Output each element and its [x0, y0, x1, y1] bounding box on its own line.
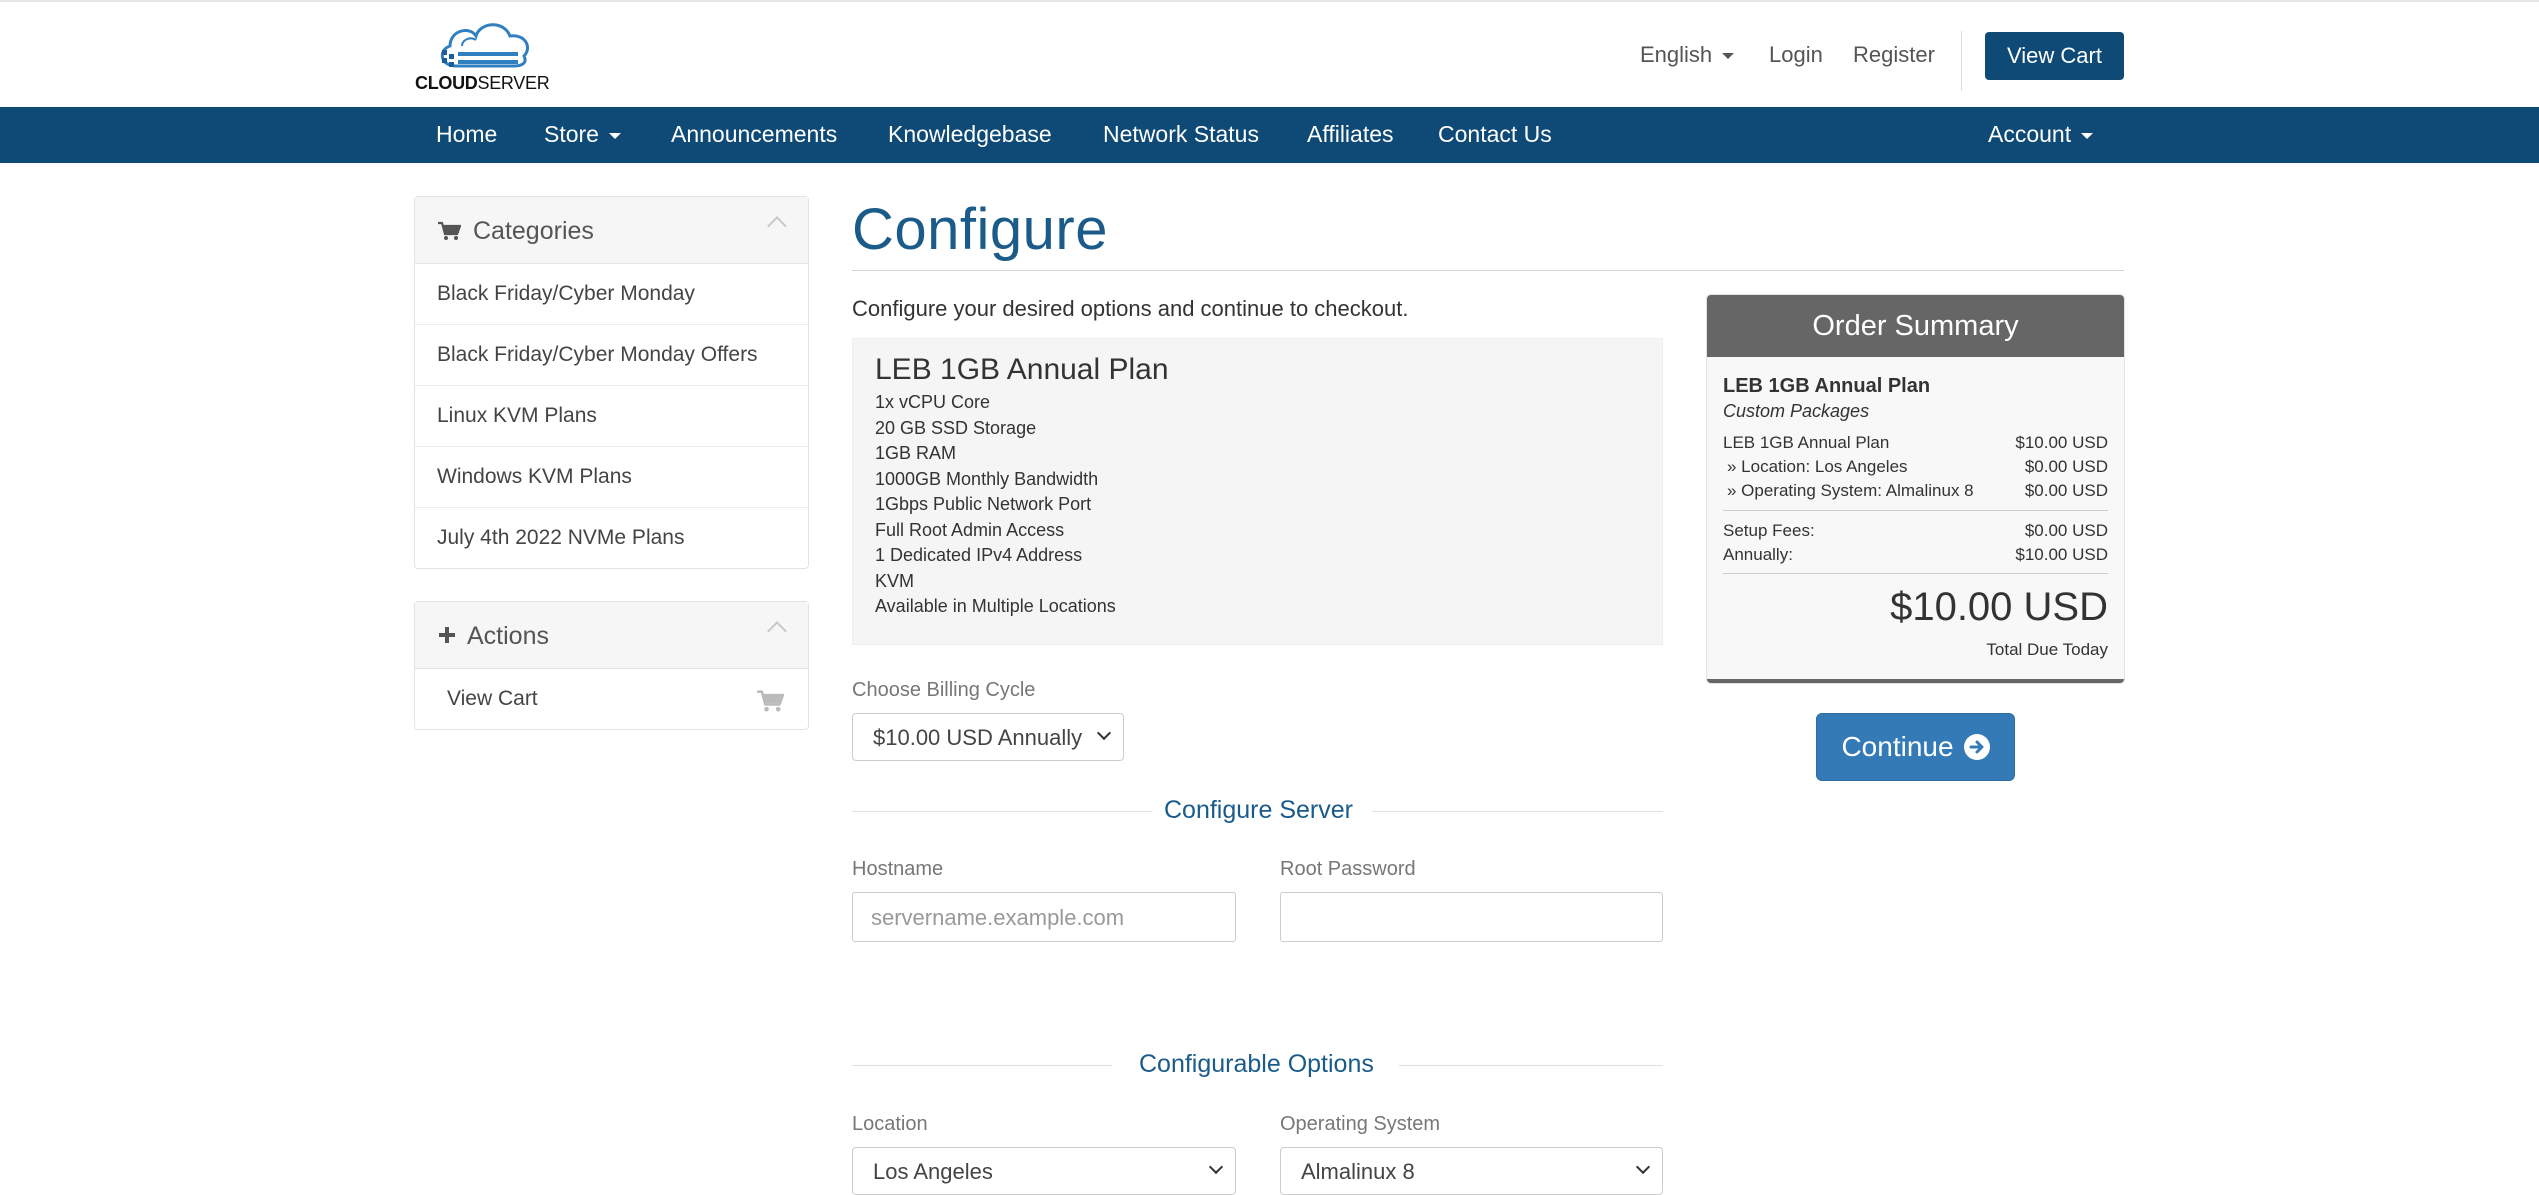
summary-total-label: Total Due Today [1986, 640, 2108, 659]
header-divider [1961, 31, 1962, 91]
intro-text: Configure your desired options and conti… [852, 296, 1409, 321]
billing-cycle-label: Choose Billing Cycle [852, 679, 1036, 701]
categories-panel-header[interactable]: Categories [415, 197, 808, 264]
product-feature: Full Root Admin Access [875, 520, 1065, 540]
actions-panel: Actions View Cart [414, 601, 809, 730]
configurable-options-heading: Configurable Options [852, 1050, 1663, 1080]
product-feature: 1000GB Monthly Bandwidth [875, 469, 1099, 489]
top-header: CLOUDSERVER English Login Register View … [0, 0, 2539, 108]
nav-announcements[interactable]: Announcements [671, 121, 837, 148]
product-feature: Available in Multiple Locations [875, 596, 1116, 616]
category-item[interactable]: Windows KVM Plans [415, 447, 808, 508]
hostname-input[interactable]: servername.example.com [852, 892, 1236, 942]
hostname-label: Hostname [852, 858, 944, 880]
summary-divider [1723, 573, 2108, 574]
chevron-up-icon[interactable] [767, 621, 787, 641]
chevron-up-icon[interactable] [767, 216, 787, 236]
nav-affiliates[interactable]: Affiliates [1307, 121, 1394, 148]
product-feature: 20 GB SSD Storage [875, 418, 1037, 438]
caret-down-icon [2081, 132, 2094, 139]
configure-server-heading: Configure Server [852, 796, 1663, 826]
continue-button[interactable]: Continue [1816, 713, 2015, 781]
login-link[interactable]: Login [1769, 42, 1823, 68]
actions-title: Actions [467, 622, 549, 650]
nav-store[interactable]: Store [544, 121, 621, 148]
shopping-cart-icon [438, 221, 461, 240]
arrow-circle-right-icon [1963, 734, 1990, 760]
product-info-box: LEB 1GB Annual Plan 1x vCPU Core 20 GB S… [852, 338, 1663, 645]
order-summary: Order Summary LEB 1GB Annual Plan Custom… [1707, 295, 2124, 683]
title-divider [852, 270, 2124, 271]
nav-contact-us[interactable]: Contact Us [1438, 121, 1552, 148]
language-dropdown[interactable]: English [1640, 42, 1735, 68]
product-feature: 1Gbps Public Network Port [875, 494, 1092, 514]
product-feature: 1 Dedicated IPv4 Address [875, 545, 1083, 565]
chevron-down-icon [1635, 1159, 1651, 1175]
root-password-label: Root Password [1280, 858, 1416, 880]
category-item[interactable]: Black Friday/Cyber Monday [415, 264, 808, 325]
location-label: Location [852, 1113, 928, 1135]
chevron-down-icon [1096, 725, 1112, 741]
shopping-cart-icon [757, 690, 784, 712]
order-summary-title: Order Summary [1707, 295, 2124, 357]
actions-panel-header[interactable]: Actions [415, 602, 808, 669]
main-navbar: Home Store Announcements Knowledgebase N… [0, 107, 2539, 163]
cloud-logo-icon [440, 23, 529, 68]
summary-total: $10.00 USD [1890, 585, 2108, 629]
summary-product-group: Custom Packages [1723, 401, 1870, 421]
nav-network-status[interactable]: Network Status [1103, 121, 1259, 148]
caret-down-icon [1722, 53, 1735, 60]
product-feature: KVM [875, 571, 915, 591]
view-cart-button[interactable]: View Cart [1985, 32, 2124, 80]
billing-cycle-select[interactable]: $10.00 USD Annually [852, 713, 1124, 761]
register-link[interactable]: Register [1853, 42, 1935, 68]
logo-wordmark: CLOUDSERVER [415, 73, 550, 93]
os-label: Operating System [1280, 1113, 1441, 1135]
plus-icon [439, 627, 455, 643]
root-password-input[interactable] [1280, 892, 1663, 942]
page-title: Configure [852, 197, 1108, 262]
product-name: LEB 1GB Annual Plan [875, 353, 1169, 386]
category-item[interactable]: July 4th 2022 NVMe Plans [415, 508, 808, 568]
action-view-cart[interactable]: View Cart [415, 669, 808, 729]
nav-home[interactable]: Home [436, 121, 497, 148]
caret-down-icon [608, 132, 621, 139]
nav-account[interactable]: Account [1988, 121, 2094, 148]
categories-panel: Categories Black Friday/Cyber Monday Bla… [414, 196, 809, 569]
product-feature: 1x vCPU Core [875, 392, 991, 412]
product-feature: 1GB RAM [875, 443, 957, 463]
nav-knowledgebase[interactable]: Knowledgebase [888, 121, 1052, 148]
summary-product-name: LEB 1GB Annual Plan [1723, 375, 1931, 397]
categories-title: Categories [473, 217, 594, 245]
category-item[interactable]: Linux KVM Plans [415, 386, 808, 447]
category-item[interactable]: Black Friday/Cyber Monday Offers [415, 325, 808, 386]
site-logo[interactable]: CLOUDSERVER [414, 16, 550, 98]
summary-divider [1723, 510, 2108, 511]
chevron-down-icon [1208, 1159, 1224, 1175]
